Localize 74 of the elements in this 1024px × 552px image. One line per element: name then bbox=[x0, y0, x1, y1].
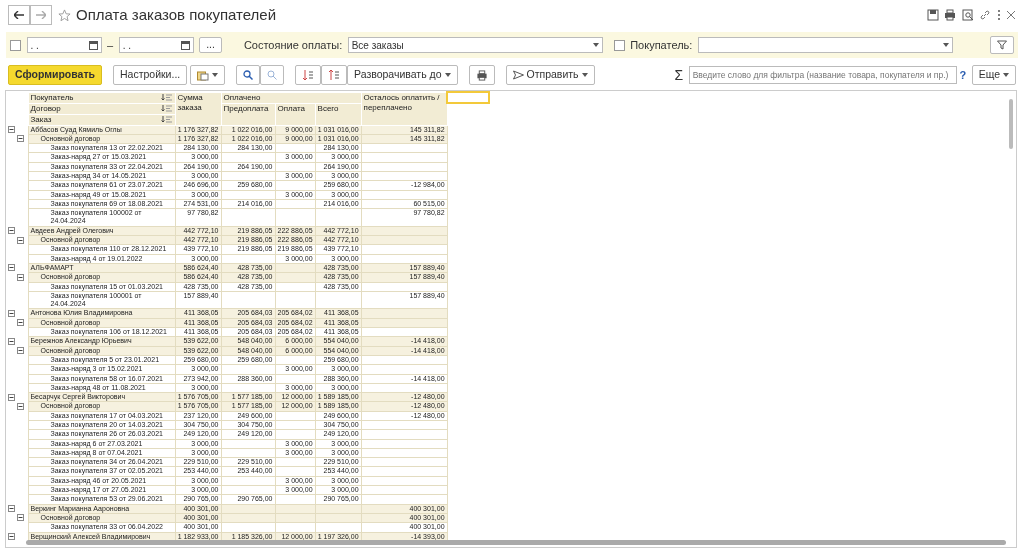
star-icon[interactable] bbox=[57, 8, 71, 22]
sort-icon bbox=[328, 69, 340, 81]
calendar-icon[interactable] bbox=[180, 40, 190, 50]
search-button[interactable] bbox=[236, 65, 260, 85]
cell-cursor[interactable] bbox=[447, 92, 490, 103]
more-icon[interactable] bbox=[996, 9, 1001, 21]
send-button[interactable]: Отправить bbox=[505, 65, 595, 85]
date-separator: – bbox=[107, 37, 114, 53]
dropdown-field[interactable] bbox=[697, 37, 953, 53]
collapse-icon[interactable] bbox=[8, 393, 15, 401]
checkbox[interactable] bbox=[10, 39, 21, 51]
search-field[interactable]: Введите слово для фильтра (название товара, покупателя и пр.) bbox=[688, 66, 957, 84]
preview-icon[interactable] bbox=[961, 9, 974, 21]
more-button[interactable]: Еще bbox=[971, 65, 1016, 85]
calendar-icon[interactable] bbox=[88, 40, 98, 50]
collapse-icon[interactable] bbox=[17, 273, 24, 281]
filter-icon bbox=[997, 40, 1007, 50]
expand-button[interactable]: Разворачивать до bbox=[347, 65, 458, 85]
save-icon[interactable] bbox=[926, 9, 939, 21]
column-header: Осталось оплатить / переплачено bbox=[361, 92, 448, 125]
column-header: Оплачено bbox=[221, 92, 362, 103]
sort-icon[interactable] bbox=[160, 94, 173, 101]
caret-icon[interactable] bbox=[592, 43, 599, 47]
generate-button[interactable]: Сформировать bbox=[8, 65, 102, 85]
field-label: Покупатель: bbox=[630, 37, 693, 53]
field-label: Состояние оплаты: bbox=[243, 37, 343, 53]
date-field[interactable]: . . bbox=[118, 37, 194, 53]
collapse-icon[interactable] bbox=[17, 236, 24, 244]
collapse-icon[interactable] bbox=[8, 309, 15, 317]
collapse-icon[interactable] bbox=[8, 533, 15, 541]
date-field[interactable]: . . bbox=[26, 37, 102, 53]
collapse-icon[interactable] bbox=[17, 514, 24, 522]
column-header: Покупатель bbox=[30, 92, 74, 103]
collapse-icon[interactable] bbox=[8, 126, 15, 133]
dropdown-field[interactable]: Все заказы bbox=[347, 37, 603, 53]
sort-icon[interactable] bbox=[160, 116, 173, 123]
collapse-icon[interactable] bbox=[17, 319, 24, 327]
variants-button[interactable] bbox=[190, 65, 225, 85]
send-icon bbox=[512, 70, 524, 80]
link-icon[interactable] bbox=[979, 9, 991, 21]
collapse-icon[interactable] bbox=[17, 402, 24, 410]
collapse-icon[interactable] bbox=[8, 227, 15, 235]
sum-button[interactable]: Σ bbox=[674, 64, 684, 86]
collapse-icon[interactable] bbox=[17, 347, 24, 355]
caret-icon[interactable] bbox=[942, 43, 949, 47]
collapse-icon[interactable] bbox=[8, 264, 15, 272]
settings-button[interactable]: Настройки... bbox=[113, 65, 188, 85]
filter-button[interactable] bbox=[990, 36, 1014, 54]
collapse-icon[interactable] bbox=[8, 505, 15, 513]
window-title: Оплата заказов покупателей bbox=[76, 4, 277, 25]
back-button[interactable] bbox=[8, 5, 30, 25]
forward-arrow-icon bbox=[36, 11, 46, 19]
caret-icon bbox=[581, 73, 588, 77]
print-icon[interactable] bbox=[944, 9, 956, 21]
back-arrow-icon bbox=[14, 11, 24, 19]
folder-icon bbox=[197, 69, 209, 81]
column-header: Сумма заказа bbox=[175, 92, 221, 125]
print-icon bbox=[475, 69, 488, 81]
column-header: Заказ bbox=[30, 114, 52, 125]
collapse-icon[interactable] bbox=[8, 337, 15, 345]
caret-icon bbox=[212, 73, 218, 77]
print-button[interactable] bbox=[468, 65, 495, 85]
close-icon[interactable] bbox=[1006, 10, 1016, 20]
search-icon bbox=[243, 70, 253, 80]
search-icon bbox=[267, 70, 277, 80]
sort-icon[interactable] bbox=[160, 105, 173, 112]
period-button[interactable]: ... bbox=[199, 37, 222, 53]
column-header: Договор bbox=[30, 103, 61, 114]
caret-icon bbox=[1003, 73, 1009, 77]
collapse-icon[interactable] bbox=[17, 135, 24, 143]
sort-icon bbox=[302, 69, 314, 81]
checkbox[interactable] bbox=[613, 39, 625, 51]
help-link[interactable]: ? bbox=[959, 66, 967, 84]
caret-icon bbox=[444, 73, 451, 77]
